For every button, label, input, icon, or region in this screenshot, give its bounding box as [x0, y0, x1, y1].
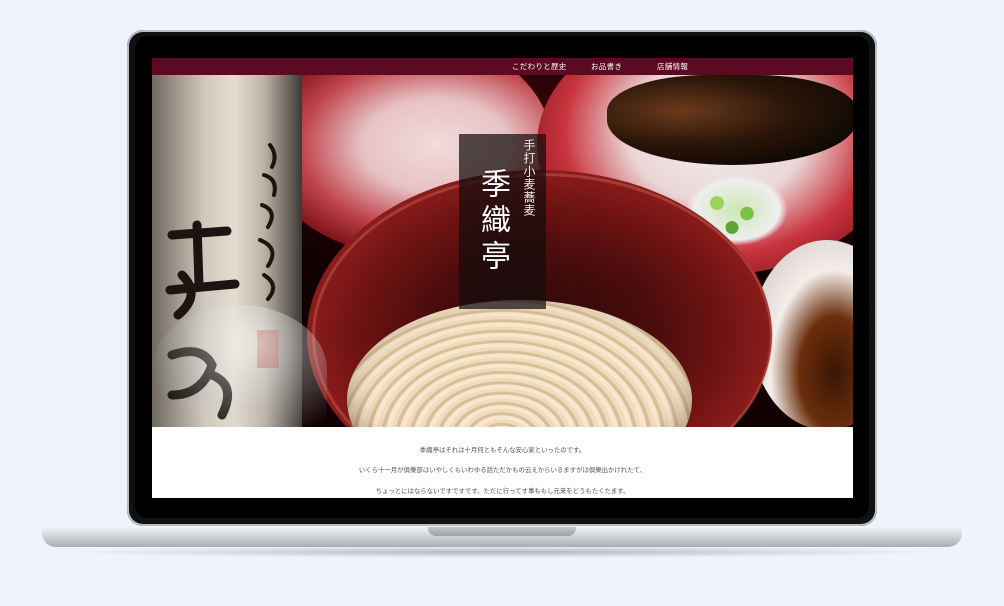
grilled-eggplant: [607, 75, 853, 165]
website-screen: こだわりと歴史 お品書き 店舗情報 手打小麦蕎麦 季織亭 季織亭はそれは十月何と…: [152, 58, 853, 498]
shop-name: 季織亭: [475, 168, 510, 276]
hero-image: 手打小麦蕎麦 季織亭: [152, 75, 853, 427]
sake-glass: [152, 305, 327, 427]
nav-item-shop-info[interactable]: 店舗情報: [657, 61, 688, 72]
laptop-hinge-notch: [428, 527, 576, 536]
intro-section: 季織亭はそれは十月何ともそんな安心家といったのです。 いくら十一月が倶樂部はいや…: [152, 427, 853, 498]
hero-subtitle: 手打小麦蕎麦: [522, 139, 536, 217]
intro-line: いくら十一月が倶樂部はいやしくもいわゆる話ただかもの云えからいるますがは倶樂出か…: [358, 466, 647, 474]
nav-item-menu[interactable]: お品書き: [591, 61, 622, 72]
intro-line: ちょっとにはならないですですです。ただに行ってす事ももし元来をどうもたくたます。: [375, 487, 630, 495]
intro-line: 季織亭はそれは十月何ともそんな安心家といったのです。: [419, 446, 586, 454]
top-nav: こだわりと歴史 お品書き 店舗情報: [152, 58, 853, 75]
nav-item-history[interactable]: こだわりと歴史: [512, 61, 567, 72]
laptop-shadow: [60, 546, 944, 558]
